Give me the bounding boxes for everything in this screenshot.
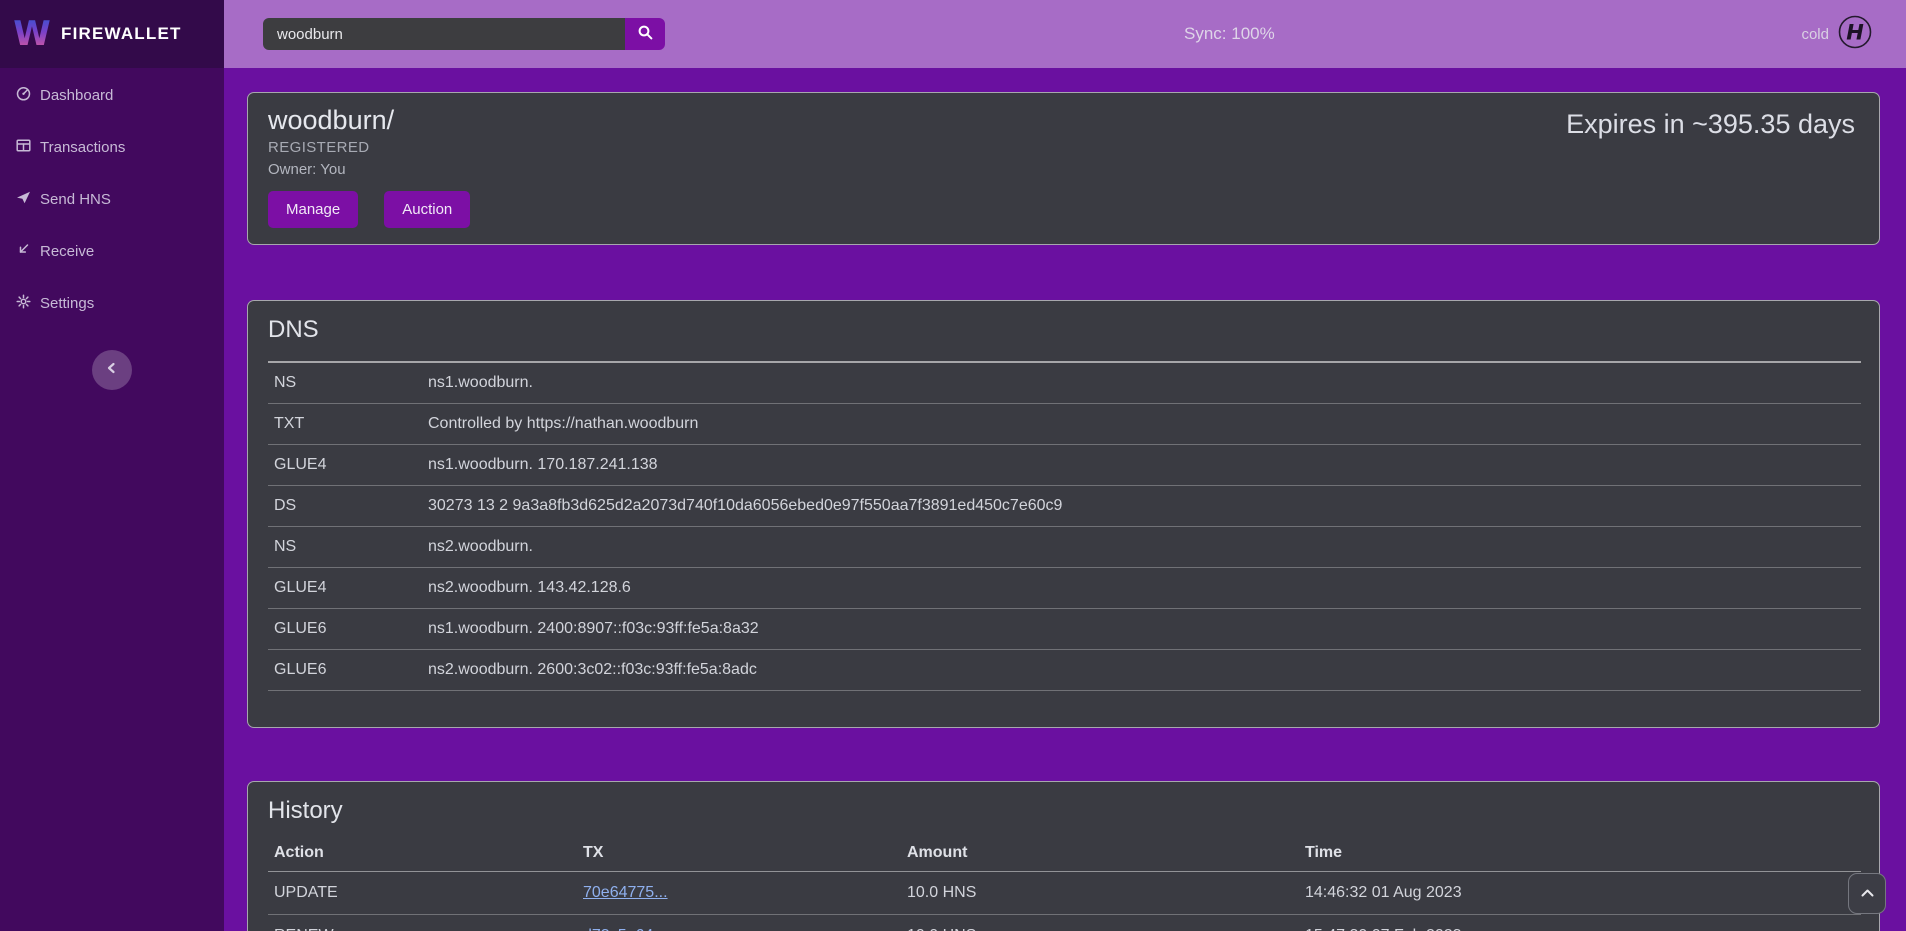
domain-card: woodburn/ REGISTERED Owner: You Manage A…	[247, 92, 1880, 245]
history-action: RENEW	[268, 915, 577, 931]
topbar: Sync: 100% cold H	[224, 0, 1906, 68]
dns-record-row: NS ns2.woodburn.	[268, 527, 1861, 568]
history-card: History Action TX Amount Time UPDATE 70e…	[247, 781, 1880, 931]
dns-record-type: GLUE6	[268, 609, 422, 650]
main-content: woodburn/ REGISTERED Owner: You Manage A…	[224, 68, 1906, 931]
dns-record-row: NS ns1.woodburn.	[268, 362, 1861, 404]
history-header-amount: Amount	[901, 835, 1299, 872]
domain-status-label: REGISTERED	[268, 139, 1859, 156]
dns-record-row: GLUE6 ns1.woodburn. 2400:8907::f03c:93ff…	[268, 609, 1861, 650]
sidebar-collapse-button[interactable]	[92, 350, 132, 390]
receive-arrow-icon	[16, 242, 31, 261]
dns-card: DNS NS ns1.woodburn. TXT Controlled by h…	[247, 300, 1880, 728]
history-header-time: Time	[1299, 835, 1861, 872]
dns-record-type: NS	[268, 362, 422, 404]
sidebar-item-dashboard[interactable]: Dashboard	[0, 69, 224, 121]
tx-link[interactable]: d73c5e64...	[583, 927, 667, 931]
brand-name: FIREWALLET	[61, 24, 182, 44]
dns-record-value: Controlled by https://nathan.woodburn	[422, 404, 1861, 445]
dns-record-row: DS 30273 13 2 9a3a8fb3d625d2a2073d740f10…	[268, 486, 1861, 527]
search-bar	[263, 18, 665, 50]
dns-record-value: 30273 13 2 9a3a8fb3d625d2a2073d740f10da6…	[422, 486, 1861, 527]
dns-record-value: ns2.woodburn. 2600:3c02::f03c:93ff:fe5a:…	[422, 650, 1861, 691]
history-table: Action TX Amount Time UPDATE 70e64775...…	[268, 835, 1861, 931]
dns-record-value: ns2.woodburn.	[422, 527, 1861, 568]
sidebar-nav: Dashboard Transactions S	[0, 69, 224, 329]
sidebar-item-label: Receive	[40, 243, 94, 260]
dns-record-row: GLUE6 ns2.woodburn. 2600:3c02::f03c:93ff…	[268, 650, 1861, 691]
dns-record-value: ns1.woodburn.	[422, 362, 1861, 404]
history-header-tx: TX	[577, 835, 901, 872]
dns-record-value: ns1.woodburn. 170.187.241.138	[422, 445, 1861, 486]
handshake-logo-icon: H	[1838, 15, 1872, 54]
firewallet-logo-icon: W	[13, 11, 51, 58]
expiry-label: Expires in ~395.35 days	[1566, 109, 1855, 140]
dns-record-type: NS	[268, 527, 422, 568]
svg-text:W: W	[13, 14, 51, 53]
history-row: RENEW d73c5e64... 10.0 HNS 15:47:30 07 F…	[268, 915, 1861, 931]
chevron-left-icon	[104, 360, 120, 381]
sidebar-item-settings[interactable]: Settings	[0, 277, 224, 329]
send-icon	[16, 190, 31, 209]
dns-record-value: ns2.woodburn. 143.42.128.6	[422, 568, 1861, 609]
dns-record-type: DS	[268, 486, 422, 527]
scroll-to-top-button[interactable]	[1848, 873, 1886, 914]
dns-record-row: GLUE4 ns1.woodburn. 170.187.241.138	[268, 445, 1861, 486]
history-amount: 10.0 HNS	[901, 915, 1299, 931]
search-input[interactable]	[263, 18, 625, 50]
history-action: UPDATE	[268, 872, 577, 915]
sidebar-item-label: Transactions	[40, 139, 125, 156]
dns-record-value: ns1.woodburn. 2400:8907::f03c:93ff:fe5a:…	[422, 609, 1861, 650]
table-icon	[16, 138, 31, 157]
speedometer-icon	[16, 86, 31, 105]
sidebar-item-label: Send HNS	[40, 191, 111, 208]
auction-button[interactable]: Auction	[384, 191, 470, 228]
sidebar: W FIREWALLET Dashboard	[0, 0, 224, 931]
search-icon	[637, 24, 654, 44]
sync-status: Sync: 100%	[1184, 0, 1275, 68]
dns-record-type: GLUE4	[268, 445, 422, 486]
domain-owner-label: Owner: You	[268, 161, 1859, 178]
sidebar-item-receive[interactable]: Receive	[0, 225, 224, 277]
history-time: 15:47:30 07 Feb 2023	[1299, 915, 1861, 931]
sidebar-item-send-hns[interactable]: Send HNS	[0, 173, 224, 225]
dns-section-title: DNS	[248, 301, 1879, 344]
dns-records-table: NS ns1.woodburn. TXT Controlled by https…	[268, 361, 1861, 691]
history-row: UPDATE 70e64775... 10.0 HNS 14:46:32 01 …	[268, 872, 1861, 915]
sidebar-item-label: Settings	[40, 295, 94, 312]
dns-record-row: GLUE4 ns2.woodburn. 143.42.128.6	[268, 568, 1861, 609]
wallet-selector[interactable]: cold H	[1801, 0, 1872, 68]
dns-record-row: TXT Controlled by https://nathan.woodbur…	[268, 404, 1861, 445]
history-section-title: History	[248, 782, 1879, 825]
search-button[interactable]	[625, 18, 665, 50]
history-time: 14:46:32 01 Aug 2023	[1299, 872, 1861, 915]
svg-text:H: H	[1846, 20, 1864, 44]
tx-link[interactable]: 70e64775...	[583, 884, 668, 901]
chevron-up-icon	[1860, 885, 1875, 903]
history-header-row: Action TX Amount Time	[268, 835, 1861, 872]
brand-home-link[interactable]: W FIREWALLET	[0, 0, 224, 68]
dns-record-type: GLUE4	[268, 568, 422, 609]
sidebar-item-label: Dashboard	[40, 87, 113, 104]
manage-button[interactable]: Manage	[268, 191, 358, 228]
gear-icon	[16, 294, 31, 313]
history-amount: 10.0 HNS	[901, 872, 1299, 915]
history-header-action: Action	[268, 835, 577, 872]
firewallet-window: W FIREWALLET Dashboard	[0, 0, 1906, 931]
wallet-mode-label: cold	[1801, 26, 1829, 43]
sidebar-item-transactions[interactable]: Transactions	[0, 121, 224, 173]
dns-record-type: GLUE6	[268, 650, 422, 691]
dns-record-type: TXT	[268, 404, 422, 445]
